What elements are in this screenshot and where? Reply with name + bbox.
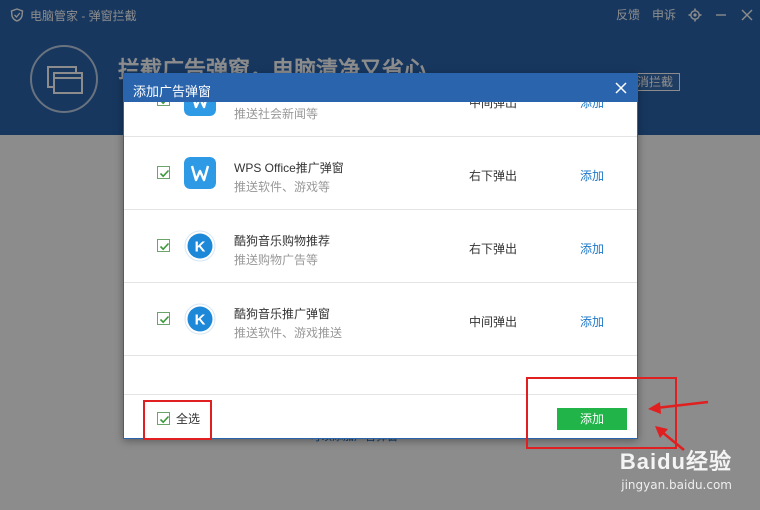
popup-list[interactable]: 推送社会新闻等 中间弹出 添加 WPS Office推广弹窗 推送软件、游戏等 … [124, 102, 637, 394]
close-icon[interactable] [613, 80, 629, 96]
list-item[interactable]: 推送社会新闻等 中间弹出 添加 [124, 102, 637, 137]
watermark-brand: Baidu经验 [619, 449, 732, 474]
checkbox[interactable] [157, 166, 170, 179]
wps-icon [184, 157, 216, 189]
kugou-icon: K [184, 230, 216, 262]
add-link[interactable]: 添加 [580, 167, 604, 184]
checkbox[interactable] [157, 312, 170, 325]
list-item[interactable]: K 酷狗音乐推广弹窗 推送软件、游戏推送 中间弹出 添加 [124, 283, 637, 356]
add-link[interactable]: 添加 [580, 240, 604, 257]
item-desc: 推送软件、游戏等 [234, 180, 331, 194]
item-desc: 推送社会新闻等 [234, 107, 319, 121]
checkbox[interactable] [157, 239, 170, 252]
item-position: 右下弹出 [469, 242, 518, 256]
item-name: WPS Office推广弹窗 [234, 161, 344, 175]
item-position: 中间弹出 [469, 315, 518, 329]
dialog-title-bar: 添加广告弹窗 [124, 74, 637, 102]
item-name: 酷狗音乐推广弹窗 [234, 307, 331, 321]
svg-text:K: K [195, 312, 206, 329]
add-link[interactable]: 添加 [580, 102, 604, 111]
checkbox[interactable] [157, 102, 170, 106]
list-item[interactable]: WPS Office推广弹窗 推送软件、游戏等 右下弹出 添加 [124, 137, 637, 210]
list-item[interactable]: K 酷狗音乐购物推荐 推送购物广告等 右下弹出 添加 [124, 210, 637, 283]
add-link[interactable]: 添加 [580, 313, 604, 330]
item-desc: 推送软件、游戏推送 [234, 326, 343, 340]
item-position: 右下弹出 [469, 169, 518, 183]
kugou-icon: K [184, 303, 216, 335]
item-name: 酷狗音乐购物推荐 [234, 234, 331, 248]
svg-text:K: K [195, 239, 206, 256]
item-desc: 推送购物广告等 [234, 253, 319, 267]
wps-icon [184, 102, 216, 116]
watermark: Baidu经验 jingyan.baidu.com [582, 444, 732, 498]
item-position: 中间弹出 [469, 102, 518, 110]
dialog-title: 添加广告弹窗 [133, 84, 212, 99]
annotation-box-select-all [143, 400, 212, 440]
watermark-url: jingyan.baidu.com [621, 478, 732, 492]
